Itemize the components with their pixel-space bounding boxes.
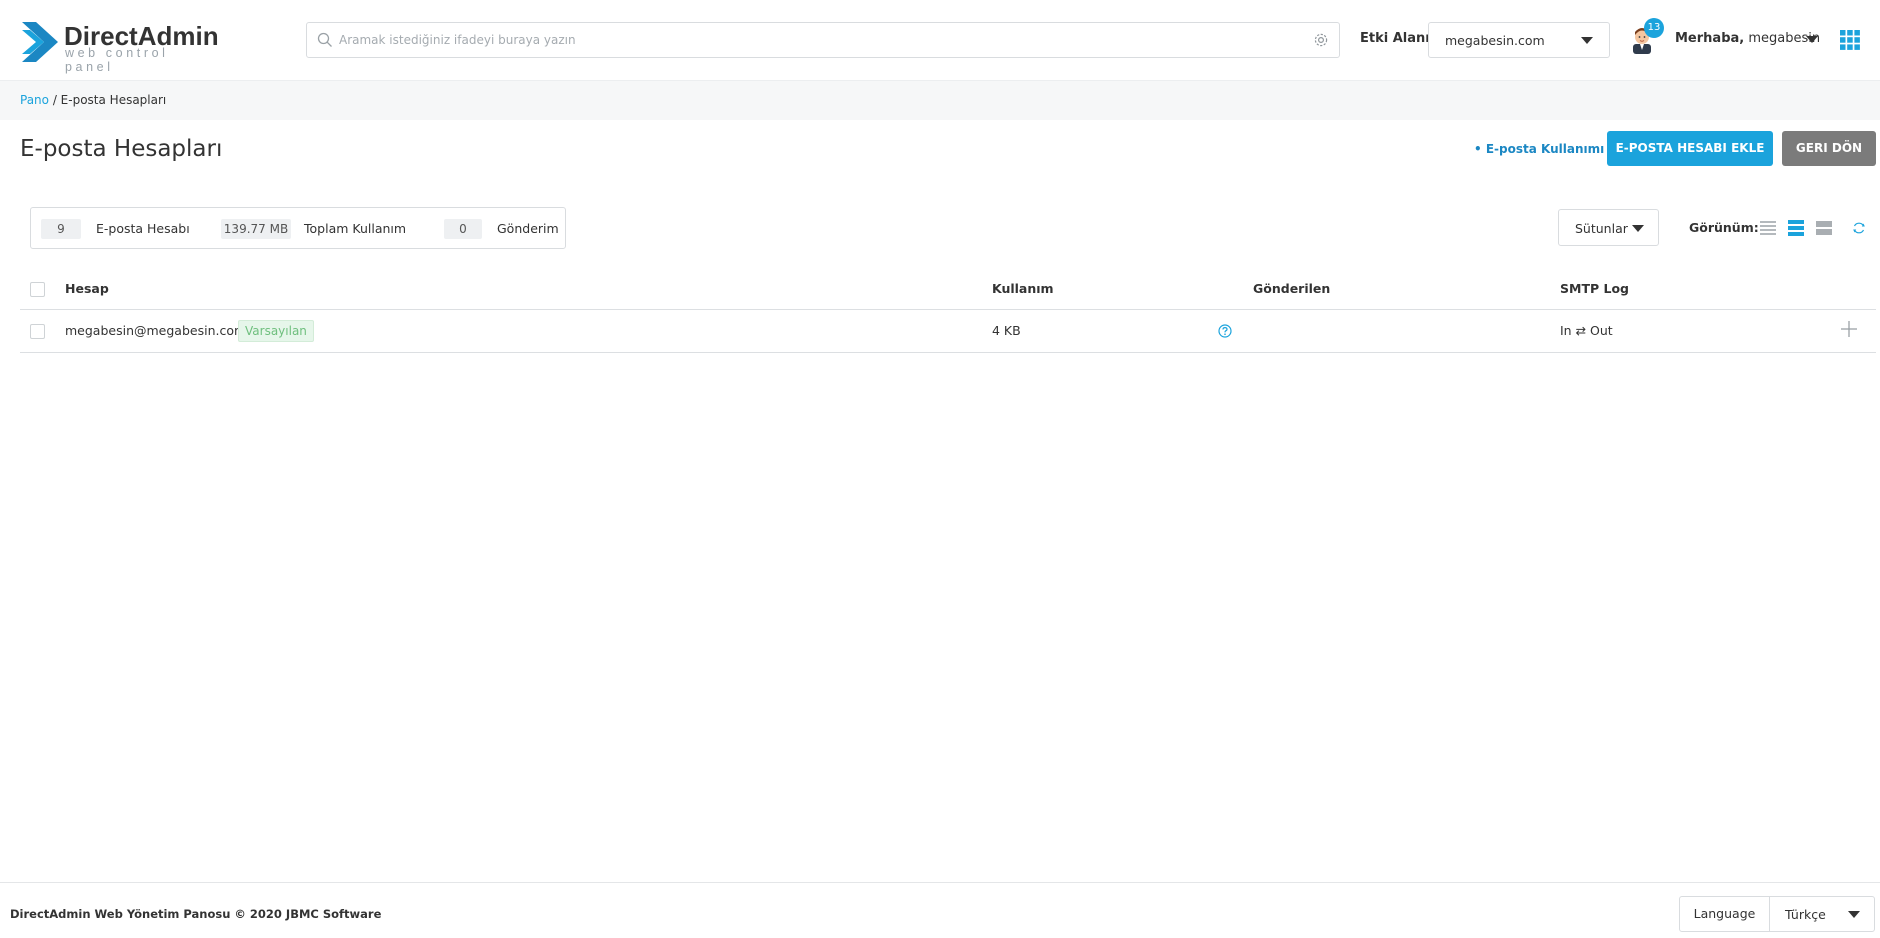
stat-accounts-label: E-posta Hesabı — [96, 221, 190, 236]
directadmin-logo[interactable]: DirectAdmin web control panel — [20, 20, 220, 74]
apps-grid-icon[interactable] — [1840, 30, 1860, 50]
search-placeholder: Aramak istediğiniz ifadeyi buraya yazın — [339, 33, 576, 47]
row-checkbox[interactable] — [30, 324, 45, 339]
chevron-down-icon — [1581, 37, 1593, 44]
domain-selected-value: megabesin.com — [1445, 33, 1545, 48]
breadcrumb: Pano / E-posta Hesapları — [20, 93, 166, 107]
top-bar: DirectAdmin web control panel Aramak ist… — [0, 0, 1880, 80]
smtp-log-link[interactable]: In ⇄ Out — [1560, 323, 1613, 338]
select-all-checkbox[interactable] — [30, 282, 45, 297]
view-large-icon[interactable] — [1816, 220, 1832, 236]
view-label: Görünüm: — [1689, 220, 1759, 235]
logo-tagline: web control panel — [65, 46, 169, 74]
footer: DirectAdmin Web Yönetim Panosu © 2020 JB… — [0, 882, 1880, 938]
stat-accounts-value: 9 — [41, 219, 81, 239]
stat-sent-value: 0 — [444, 219, 482, 239]
help-icon[interactable] — [1218, 324, 1232, 338]
expand-plus-icon[interactable] — [1840, 320, 1858, 338]
domain-select[interactable]: megabesin.com — [1428, 22, 1610, 58]
user-greeting[interactable]: Merhaba, megabesin — [1675, 31, 1820, 46]
breadcrumb-current: E-posta Hesapları — [60, 93, 167, 107]
search-icon — [317, 32, 332, 47]
stat-sent-label: Gönderim — [497, 221, 559, 236]
user-menu-chevron-icon[interactable] — [1806, 36, 1818, 43]
refresh-icon[interactable] — [1852, 221, 1866, 235]
stat-usage-value: 139.77 MB — [221, 219, 291, 239]
stat-usage-label: Toplam Kullanım — [304, 221, 407, 236]
domain-label: Etki Alanı — [1360, 31, 1430, 46]
logo-chevron-icon — [22, 22, 58, 62]
view-compact-icon[interactable] — [1760, 220, 1776, 236]
email-usage-link[interactable]: • E-posta Kullanımı — [1474, 142, 1604, 156]
column-header-sent[interactable]: Gönderilen — [1253, 281, 1330, 296]
language-label: Language — [1680, 897, 1770, 931]
add-email-account-button[interactable]: E-POSTA HESABI EKLE — [1607, 131, 1773, 166]
greeting-prefix: Merhaba, — [1675, 31, 1745, 46]
breadcrumb-separator: / — [49, 93, 61, 107]
view-standard-icon[interactable] — [1788, 220, 1804, 236]
page-title: E-posta Hesapları — [20, 136, 223, 162]
footer-copyright: DirectAdmin Web Yönetim Panosu © 2020 JB… — [10, 907, 382, 921]
chevron-down-icon — [1848, 911, 1860, 918]
breadcrumb-home-link[interactable]: Pano — [20, 93, 49, 107]
gear-icon[interactable] — [1313, 32, 1329, 48]
back-button[interactable]: GERI DÖN — [1782, 131, 1876, 166]
column-header-smtp-log[interactable]: SMTP Log — [1560, 281, 1629, 296]
notification-badge[interactable]: 13 — [1644, 18, 1664, 38]
stats-summary: 9 E-posta Hesabı 139.77 MB Toplam Kullan… — [30, 207, 566, 249]
language-selector[interactable]: Language Türkçe — [1679, 896, 1875, 932]
default-badge: Varsayılan — [238, 320, 314, 342]
column-header-account[interactable]: Hesap — [65, 281, 109, 296]
columns-label: Sütunlar — [1575, 221, 1628, 236]
table-row[interactable]: megabesin@megabesin.com Varsayılan 4 KB … — [20, 310, 1876, 353]
search-input[interactable]: Aramak istediğiniz ifadeyi buraya yazın — [306, 22, 1340, 58]
table-header: Hesap Kullanım Gönderilen SMTP Log — [20, 270, 1876, 310]
column-header-usage[interactable]: Kullanım — [992, 281, 1054, 296]
columns-dropdown[interactable]: Sütunlar — [1558, 209, 1659, 246]
account-usage: 4 KB — [992, 323, 1021, 338]
account-email[interactable]: megabesin@megabesin.com — [65, 323, 246, 338]
chevron-down-icon — [1632, 225, 1644, 232]
breadcrumb-bar: Pano / E-posta Hesapları — [0, 80, 1880, 120]
language-value: Türkçe — [1785, 907, 1826, 922]
